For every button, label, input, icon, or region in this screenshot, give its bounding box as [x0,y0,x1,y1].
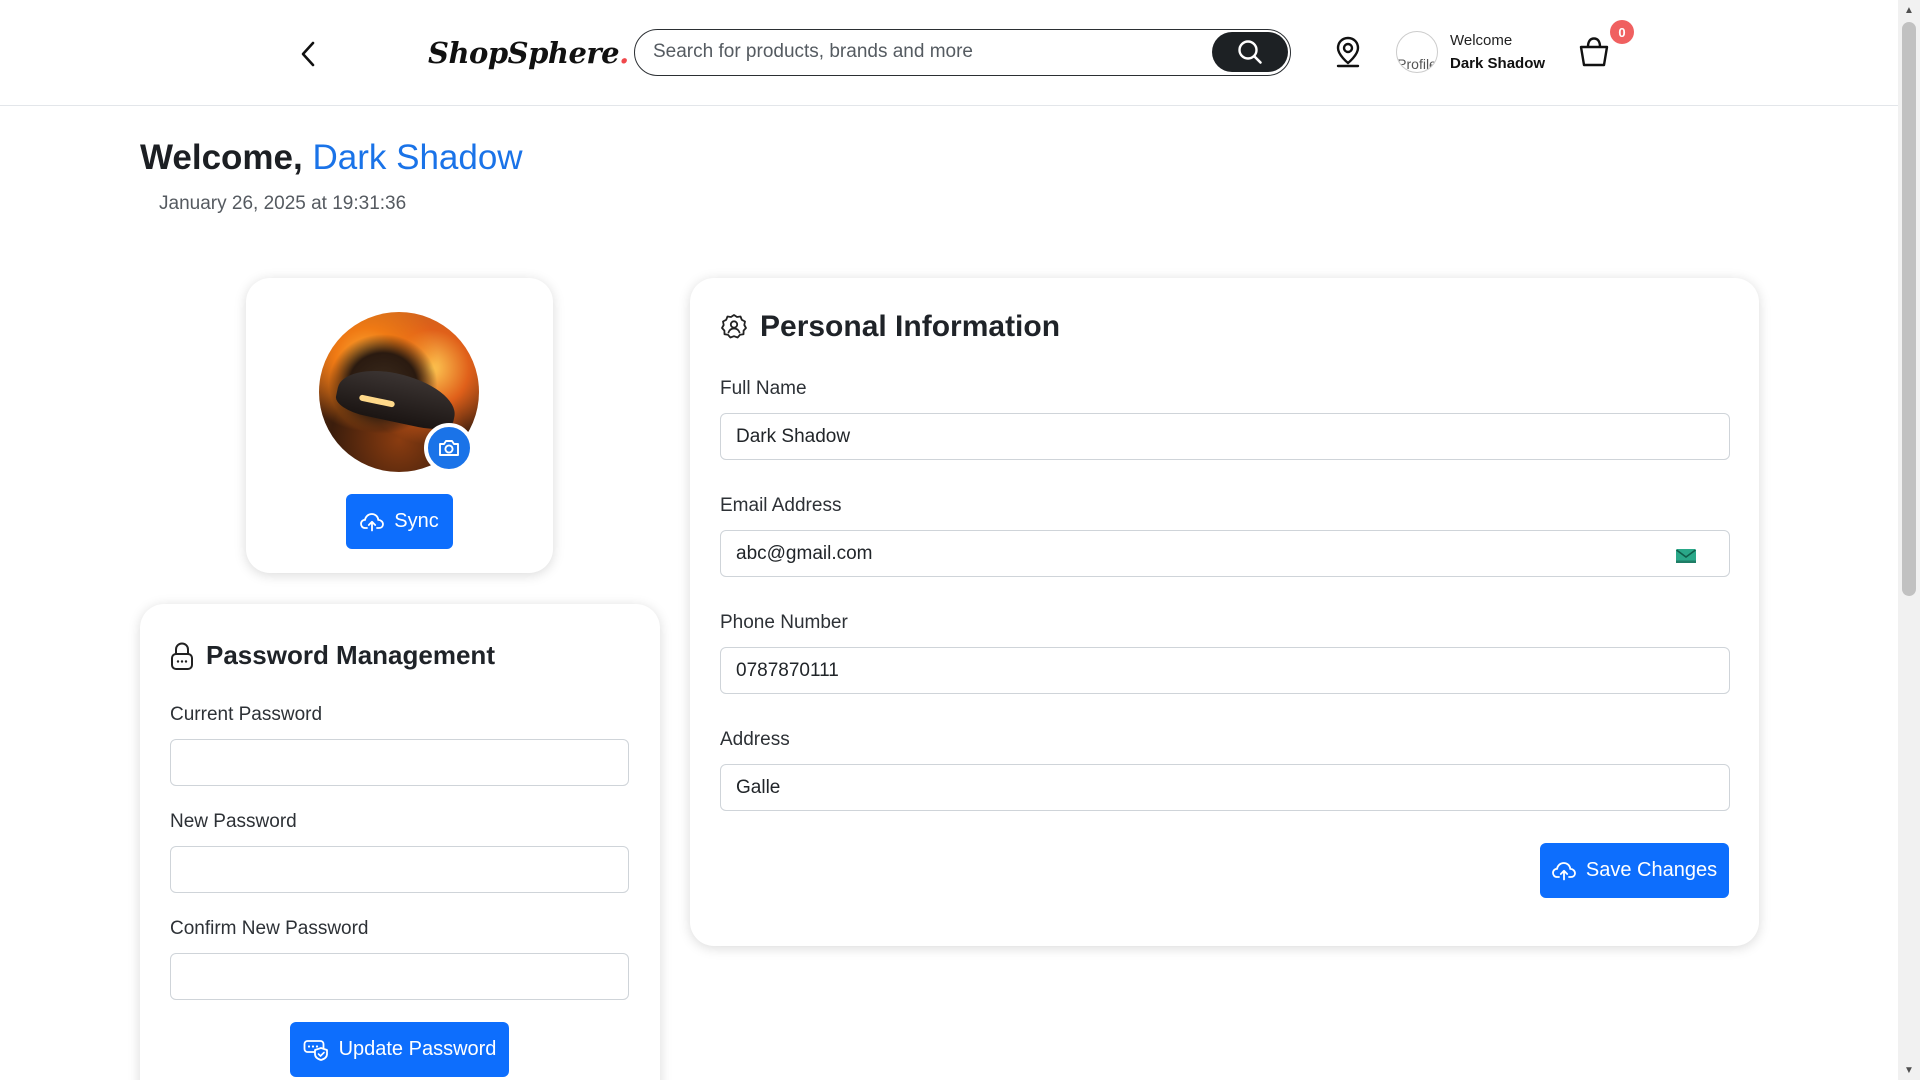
scroll-up-arrow[interactable]: ▲ [1898,0,1920,20]
update-password-label: Update Password [338,1038,497,1060]
top-navbar: ShopSphere. Profile Welcome Dark Shadow … [0,0,1898,106]
page-title-greeting: Welcome, [140,138,313,177]
user-gear-icon [721,314,747,339]
search-input[interactable] [653,30,1213,74]
scroll-down-arrow[interactable]: ▼ [1898,1060,1920,1080]
new-password-input[interactable] [170,846,629,893]
camera-icon [439,440,459,456]
personal-information-card: Personal Information Full Name Email Add… [690,278,1759,946]
change-photo-button[interactable] [424,423,474,473]
header-user-name: Dark Shadow [1450,55,1546,72]
phone-label: Phone Number [720,612,848,633]
lock-icon [171,641,193,670]
current-timestamp: January 26, 2025 at 19:31:36 [159,193,407,214]
avatar[interactable]: Profile [1396,31,1438,73]
cart-count-badge: 0 [1610,20,1634,44]
location-pin-icon [1336,36,1360,68]
confirm-password-input[interactable] [170,953,629,1000]
page-scrollbar[interactable]: ▲ ▼ [1898,0,1920,1080]
password-shield-icon [303,1039,328,1061]
brand-logo[interactable]: ShopSphere. [428,36,629,70]
search-button[interactable] [1212,32,1288,72]
current-password-input[interactable] [170,739,629,786]
brand-logo-text: ShopSphere [428,36,620,70]
page-title: Welcome, Dark Shadow [140,138,523,178]
profile-photo-card: Sync [246,278,553,573]
full-name-label: Full Name [720,378,807,399]
welcome-label: Welcome [1450,32,1513,49]
password-card-title: Password Management [206,640,495,670]
full-name-input[interactable] [720,413,1730,460]
save-changes-label: Save Changes [1585,859,1718,881]
password-management-card: Password Management Current Password New… [140,604,660,1080]
personal-card-header: Personal Information [720,310,1060,344]
personal-card-title: Personal Information [760,310,1061,343]
cloud-upload-icon [1551,861,1576,880]
cloud-upload-icon [360,512,385,531]
email-label: Email Address [720,495,842,516]
current-password-label: Current Password [170,704,323,725]
chevron-left-icon [301,41,315,67]
address-label: Address [720,729,790,750]
brand-logo-dot: . [619,36,629,70]
phone-input[interactable] [720,647,1730,694]
address-input[interactable] [720,764,1730,811]
password-card-header: Password Management [170,640,495,671]
avatar-alt-text: Profile [1397,56,1437,72]
search-icon [1238,40,1262,64]
location-button[interactable] [1332,33,1364,71]
back-button[interactable] [290,36,326,72]
sync-button-label: Sync [394,510,439,532]
shopping-bag-icon [1579,37,1609,67]
page-title-user-name: Dark Shadow [312,138,523,177]
cart-button[interactable] [1574,32,1614,72]
save-changes-button[interactable]: Save Changes [1540,843,1729,898]
email-input[interactable] [720,530,1730,577]
update-password-button[interactable]: Update Password [290,1022,509,1077]
search-bar [634,29,1291,76]
confirm-password-label: Confirm New Password [170,918,369,939]
scrollbar-thumb[interactable] [1902,22,1916,596]
sync-button[interactable]: Sync [346,494,453,549]
new-password-label: New Password [170,811,297,832]
